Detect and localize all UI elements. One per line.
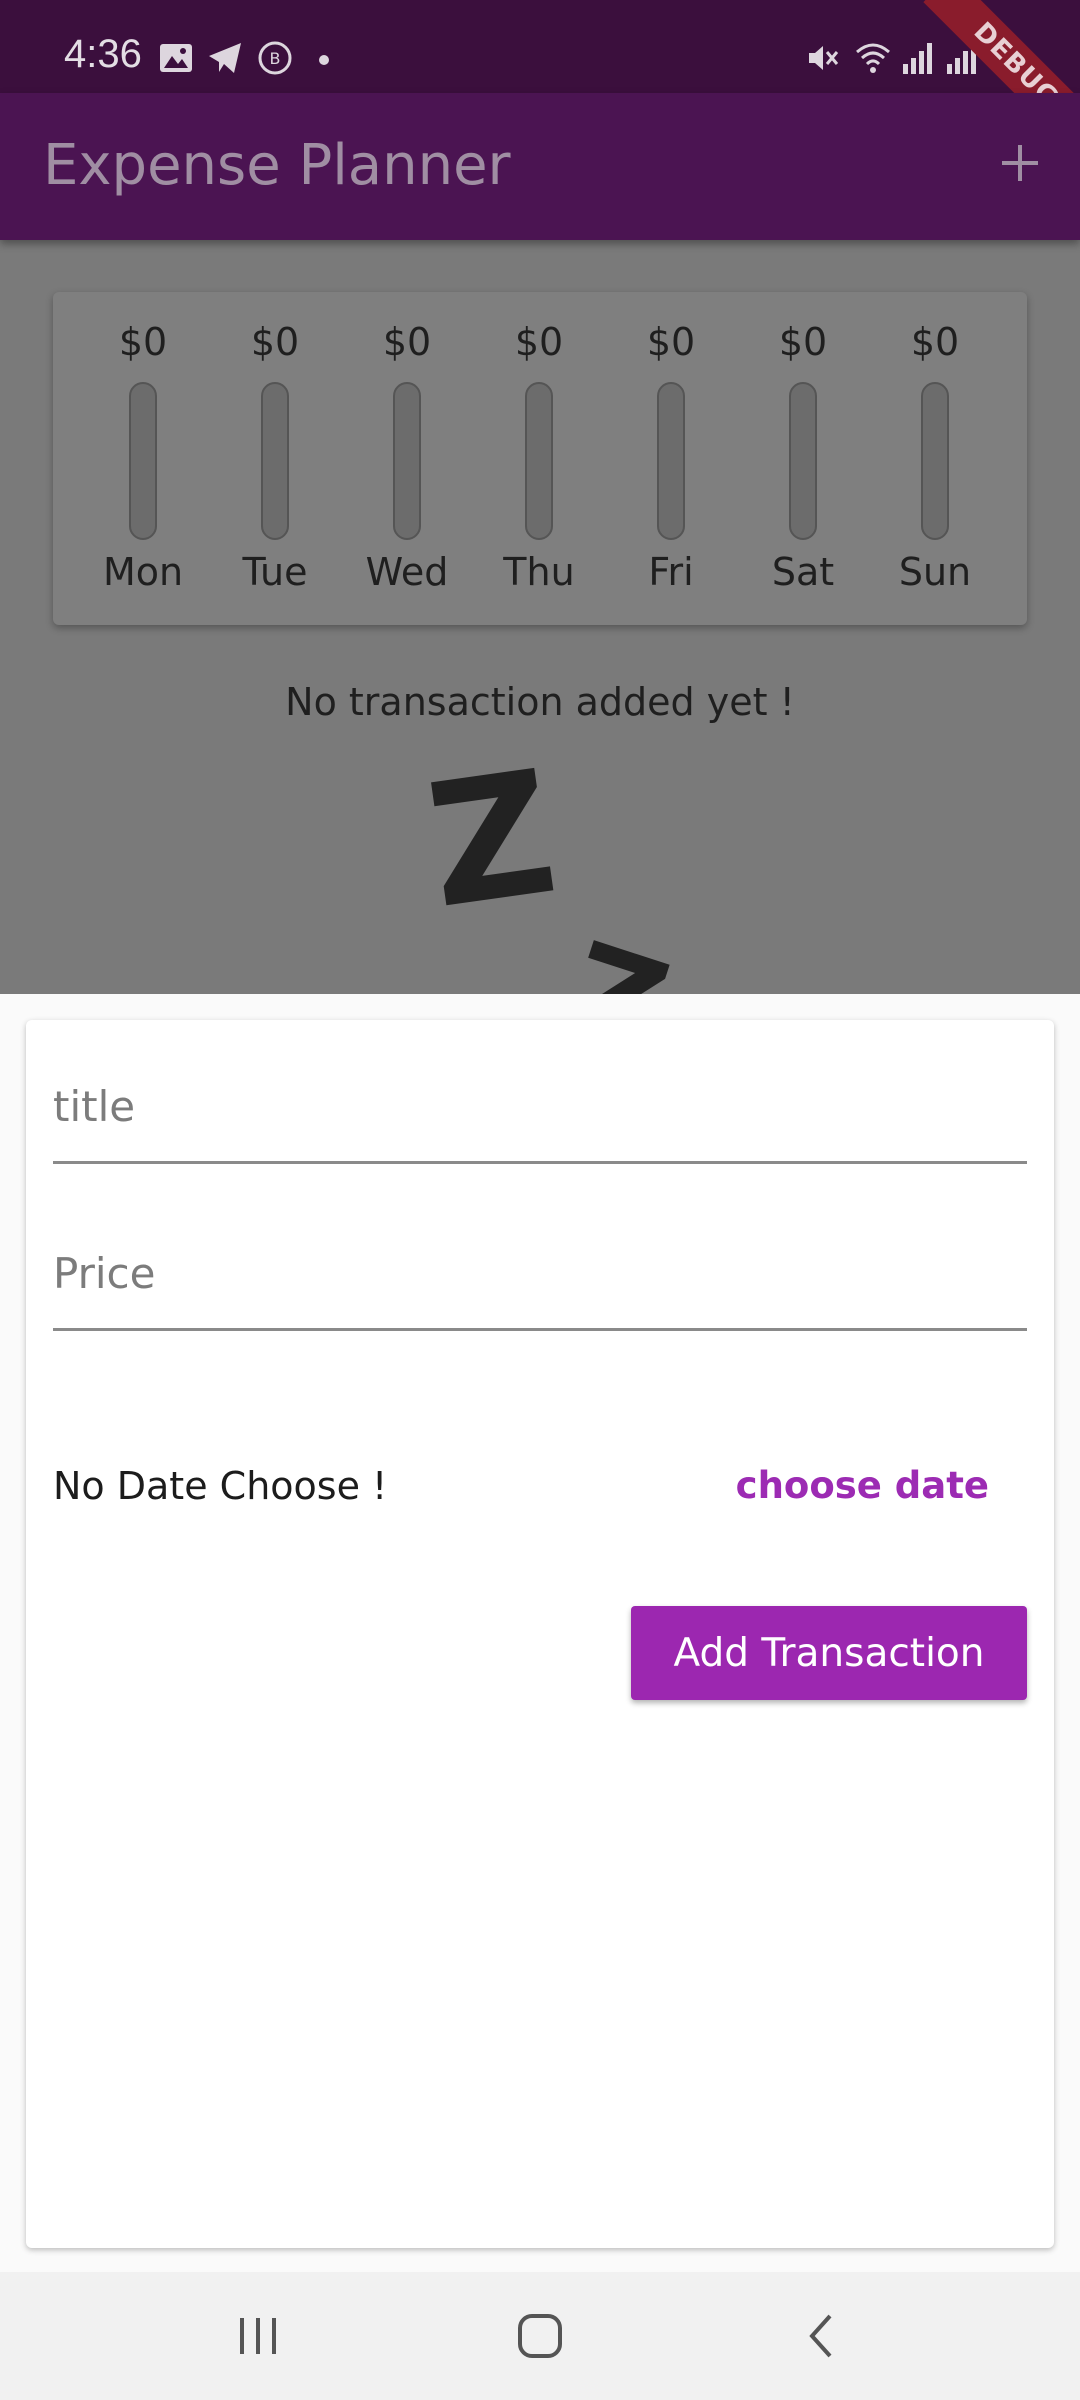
dot-icon [319,55,329,65]
bar-amount: $0 [778,320,828,364]
bar-day-label: Fri [648,550,694,594]
chart-bar-mon: $0 Mon [77,292,209,625]
signal-icon [903,43,932,74]
bar-amount: $0 [250,320,300,364]
bar-track [393,382,421,540]
choose-date-button[interactable]: choose date [716,1450,1009,1520]
bar-amount: $0 [382,320,432,364]
weekly-chart: $0 Mon $0 Tue $0 Wed $0 Thu $0 Fri $0 Sa… [53,292,1027,625]
bar-day-label: Sat [771,550,835,594]
zzz-icon: Z Z [420,760,685,994]
add-transaction-button[interactable]: Add Transaction [631,1606,1027,1700]
app-bar: Expense Planner [0,93,1080,240]
svg-text:B: B [270,49,281,68]
back-icon[interactable] [782,2296,862,2376]
app-title: Expense Planner [43,133,511,198]
chart-bar-sat: $0 Sat [737,292,869,625]
bar-day-label: Wed [365,550,449,594]
home-icon[interactable] [500,2296,580,2376]
empty-state-text: No transaction added yet ! [285,680,795,724]
chart-bar-tue: $0 Tue [209,292,341,625]
bar-amount: $0 [118,320,168,364]
bar-track [261,382,289,540]
bar-day-label: Sun [898,550,972,594]
add-transaction-form: No Date Choose ! choose date Add Transac… [26,1020,1054,2248]
status-time: 4:36 [64,32,142,76]
wifi-icon [856,43,890,73]
recent-apps-icon[interactable] [218,2296,298,2376]
price-field-container [53,1205,1027,1331]
bar-amount: $0 [514,320,564,364]
title-field-container [53,1038,1027,1164]
system-nav-bar [0,2272,1080,2400]
bar-day-label: Tue [242,550,308,594]
bar-track [921,382,949,540]
bar-day-label: Thu [503,550,575,594]
bar-day-label: Mon [102,550,184,594]
bar-track [129,382,157,540]
bar-track [525,382,553,540]
status-bar: 4:36 B DEBUG [0,0,1080,158]
price-input[interactable] [53,1205,1027,1328]
chart-bar-wed: $0 Wed [341,292,473,625]
circle-b-icon: B [258,41,292,75]
add-icon[interactable] [996,139,1044,187]
title-input[interactable] [53,1038,1027,1161]
gallery-icon [160,44,192,72]
chart-bar-fri: $0 Fri [605,292,737,625]
mute-icon [809,46,839,70]
selected-date-text: No Date Choose ! [53,1464,388,1508]
svg-text:Z: Z [548,913,685,994]
bar-track [657,382,685,540]
chart-bar-sun: $0 Sun [869,292,1001,625]
chart-bar-thu: $0 Thu [473,292,605,625]
bar-track [789,382,817,540]
bar-amount: $0 [910,320,960,364]
bar-amount: $0 [646,320,696,364]
svg-text:Z: Z [420,760,567,947]
telegram-icon [209,43,241,73]
